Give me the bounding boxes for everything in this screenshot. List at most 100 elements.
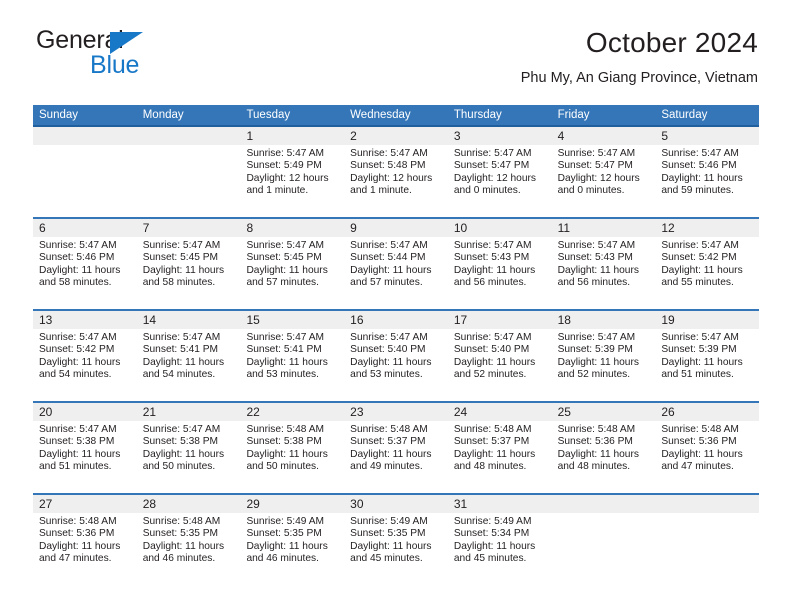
day-cell[interactable]: 17 Sunrise: 5:47 AM Sunset: 5:40 PM Dayl… — [447, 311, 552, 401]
day-cell[interactable]: 3 Sunrise: 5:47 AM Sunset: 5:47 PM Dayli… — [447, 127, 552, 217]
day-details: Sunrise: 5:47 AM Sunset: 5:46 PM Dayligh… — [655, 145, 759, 198]
day-number: 2 — [350, 129, 357, 143]
sunrise-text: Sunrise: 5:47 AM — [246, 332, 325, 343]
day-cell[interactable]: 7 Sunrise: 5:47 AM Sunset: 5:45 PM Dayli… — [136, 219, 241, 309]
day-cell[interactable]: 10 Sunrise: 5:47 AM Sunset: 5:43 PM Dayl… — [447, 219, 552, 309]
day-number-band: 11 — [551, 219, 656, 237]
day-details: Sunrise: 5:47 AM Sunset: 5:43 PM Dayligh… — [552, 237, 656, 290]
day-cell[interactable]: 23 Sunrise: 5:48 AM Sunset: 5:37 PM Dayl… — [344, 403, 448, 493]
daylight-text-line1: Daylight: 11 hours — [246, 540, 328, 552]
day-details: Sunrise: 5:47 AM Sunset: 5:46 PM Dayligh… — [33, 237, 137, 290]
day-cell[interactable] — [655, 495, 760, 585]
day-cell[interactable]: 25 Sunrise: 5:48 AM Sunset: 5:36 PM Dayl… — [551, 403, 656, 493]
week-row: 13 Sunrise: 5:47 AM Sunset: 5:42 PM Dayl… — [33, 309, 760, 401]
page-header: General Blue October 2024 Phu My, An Gia… — [34, 26, 758, 96]
daylight-text-line2: and 0 minutes. — [453, 185, 521, 197]
sunset-text: Sunset: 5:39 PM — [557, 344, 633, 356]
day-cell[interactable]: 22 Sunrise: 5:48 AM Sunset: 5:38 PM Dayl… — [240, 403, 345, 493]
day-cell[interactable]: 28 Sunrise: 5:48 AM Sunset: 5:35 PM Dayl… — [136, 495, 241, 585]
day-cell[interactable]: 21 Sunrise: 5:47 AM Sunset: 5:38 PM Dayl… — [136, 403, 241, 493]
daylight-text-line2: and 45 minutes. — [453, 553, 527, 565]
sunrise-text: Sunrise: 5:48 AM — [246, 424, 325, 435]
day-cell[interactable]: 20 Sunrise: 5:47 AM Sunset: 5:38 PM Dayl… — [33, 403, 137, 493]
day-cell[interactable]: 12 Sunrise: 5:47 AM Sunset: 5:42 PM Dayl… — [655, 219, 760, 309]
day-number-band: 26 — [655, 403, 760, 421]
daylight-text-line2: and 0 minutes. — [557, 185, 625, 197]
day-number-band: 13 — [33, 311, 137, 329]
day-cell[interactable]: 15 Sunrise: 5:47 AM Sunset: 5:41 PM Dayl… — [240, 311, 345, 401]
day-cell[interactable]: 29 Sunrise: 5:49 AM Sunset: 5:35 PM Dayl… — [240, 495, 345, 585]
day-number-band — [33, 127, 137, 145]
sunrise-text: Sunrise: 5:47 AM — [453, 148, 532, 159]
day-cell[interactable]: 11 Sunrise: 5:47 AM Sunset: 5:43 PM Dayl… — [551, 219, 656, 309]
day-cell[interactable]: 13 Sunrise: 5:47 AM Sunset: 5:42 PM Dayl… — [33, 311, 137, 401]
sunrise-text: Sunrise: 5:47 AM — [39, 240, 117, 251]
daylight-text-line2: and 1 minute. — [350, 185, 412, 197]
day-cell[interactable]: 27 Sunrise: 5:48 AM Sunset: 5:36 PM Dayl… — [33, 495, 137, 585]
sunset-text: Sunset: 5:38 PM — [39, 436, 115, 448]
sunrise-text: Sunrise: 5:47 AM — [350, 240, 428, 251]
page-subtitle: Phu My, An Giang Province, Vietnam — [520, 70, 758, 86]
day-number: 16 — [350, 313, 364, 327]
day-number: 30 — [350, 497, 364, 511]
day-details: Sunrise: 5:48 AM Sunset: 5:36 PM Dayligh… — [655, 421, 759, 474]
day-cell[interactable] — [136, 127, 241, 217]
day-cell[interactable]: 16 Sunrise: 5:47 AM Sunset: 5:40 PM Dayl… — [344, 311, 448, 401]
sunrise-text: Sunrise: 5:47 AM — [661, 240, 739, 251]
day-number-band: 12 — [655, 219, 760, 237]
general-blue-logo[interactable]: General Blue — [34, 26, 234, 88]
calendar-grid: Sunday Monday Tuesday Wednesday Thursday… — [33, 105, 760, 585]
sunset-text: Sunset: 5:45 PM — [142, 252, 219, 264]
sunset-text: Sunset: 5:49 PM — [246, 160, 322, 172]
sunset-text: Sunset: 5:43 PM — [557, 252, 633, 264]
weekday-header-friday: Friday — [557, 109, 590, 121]
sunset-text: Sunset: 5:41 PM — [142, 344, 219, 356]
day-number-band: 15 — [240, 311, 345, 329]
daylight-text-line1: Daylight: 11 hours — [661, 356, 743, 368]
day-details: Sunrise: 5:47 AM Sunset: 5:47 PM Dayligh… — [552, 145, 656, 198]
daylight-text-line1: Daylight: 11 hours — [142, 264, 225, 276]
weekday-header-sunday: Sunday — [39, 109, 79, 121]
day-cell[interactable]: 5 Sunrise: 5:47 AM Sunset: 5:46 PM Dayli… — [655, 127, 760, 217]
sunset-text: Sunset: 5:40 PM — [350, 344, 426, 356]
day-details: Sunrise: 5:47 AM Sunset: 5:42 PM Dayligh… — [655, 237, 759, 290]
day-cell[interactable] — [551, 495, 656, 585]
daylight-text-line2: and 47 minutes. — [661, 461, 734, 473]
day-details: Sunrise: 5:48 AM Sunset: 5:35 PM Dayligh… — [137, 513, 241, 566]
sunrise-text: Sunrise: 5:49 AM — [350, 516, 428, 527]
day-cell[interactable]: 1 Sunrise: 5:47 AM Sunset: 5:49 PM Dayli… — [240, 127, 345, 217]
day-cell[interactable]: 8 Sunrise: 5:47 AM Sunset: 5:45 PM Dayli… — [240, 219, 345, 309]
sunrise-text: Sunrise: 5:48 AM — [557, 424, 636, 435]
daylight-text-line1: Daylight: 11 hours — [661, 448, 743, 460]
daylight-text-line2: and 55 minutes. — [661, 277, 734, 289]
daylight-text-line2: and 52 minutes. — [453, 369, 527, 381]
day-number-band: 5 — [655, 127, 760, 145]
day-cell[interactable]: 24 Sunrise: 5:48 AM Sunset: 5:37 PM Dayl… — [447, 403, 552, 493]
daylight-text-line2: and 48 minutes. — [557, 461, 631, 473]
day-number: 23 — [350, 405, 364, 419]
sunset-text: Sunset: 5:38 PM — [142, 436, 219, 448]
daylight-text-line1: Daylight: 11 hours — [39, 448, 121, 460]
daylight-text-line2: and 54 minutes. — [39, 369, 112, 381]
day-cell[interactable]: 19 Sunrise: 5:47 AM Sunset: 5:39 PM Dayl… — [655, 311, 760, 401]
page-title: October 2024 — [585, 27, 758, 58]
day-cell[interactable]: 6 Sunrise: 5:47 AM Sunset: 5:46 PM Dayli… — [33, 219, 137, 309]
sunrise-text: Sunrise: 5:47 AM — [453, 332, 532, 343]
day-number: 7 — [142, 221, 150, 235]
day-cell[interactable]: 14 Sunrise: 5:47 AM Sunset: 5:41 PM Dayl… — [136, 311, 241, 401]
daylight-text-line2: and 57 minutes. — [246, 277, 319, 289]
day-cell[interactable] — [33, 127, 137, 217]
sunset-text: Sunset: 5:43 PM — [453, 252, 530, 264]
day-number: 1 — [246, 129, 254, 143]
day-cell[interactable]: 26 Sunrise: 5:48 AM Sunset: 5:36 PM Dayl… — [655, 403, 760, 493]
daylight-text-line2: and 59 minutes. — [661, 185, 734, 197]
day-cell[interactable]: 9 Sunrise: 5:47 AM Sunset: 5:44 PM Dayli… — [344, 219, 448, 309]
day-cell[interactable]: 2 Sunrise: 5:47 AM Sunset: 5:48 PM Dayli… — [344, 127, 448, 217]
sunset-text: Sunset: 5:36 PM — [39, 528, 115, 540]
day-cell[interactable]: 18 Sunrise: 5:47 AM Sunset: 5:39 PM Dayl… — [551, 311, 656, 401]
day-cell[interactable]: 4 Sunrise: 5:47 AM Sunset: 5:47 PM Dayli… — [551, 127, 656, 217]
daylight-text-line1: Daylight: 11 hours — [453, 448, 536, 460]
day-cell[interactable]: 31 Sunrise: 5:49 AM Sunset: 5:34 PM Dayl… — [447, 495, 552, 585]
day-number-band: 20 — [33, 403, 137, 421]
day-cell[interactable]: 30 Sunrise: 5:49 AM Sunset: 5:35 PM Dayl… — [344, 495, 448, 585]
